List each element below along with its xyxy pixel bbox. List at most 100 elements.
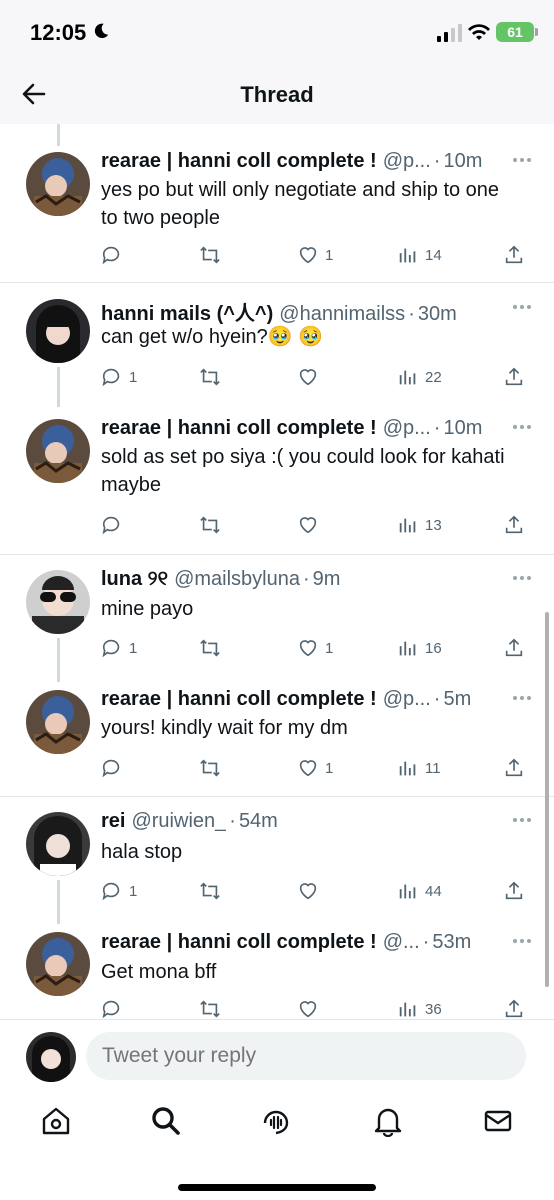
retweet-button[interactable] [199, 243, 221, 267]
retweet-button[interactable] [199, 879, 221, 903]
retweet-button[interactable] [199, 636, 221, 660]
reply-button[interactable]: 1 [101, 879, 137, 903]
tweet[interactable]: rearae | hanni coll complete ! @p... · 1… [0, 397, 554, 554]
tweet[interactable]: luna ୨୧ @mailsbyluna · 9m mine payo 1 1 … [0, 554, 554, 682]
handle: @ruiwien_ [131, 810, 227, 832]
reply-input[interactable] [86, 1032, 526, 1080]
avatar[interactable] [26, 419, 90, 483]
retweet-button[interactable] [199, 756, 221, 780]
share-icon [505, 515, 523, 534]
share-button[interactable] [503, 243, 525, 267]
like-button[interactable] [297, 879, 325, 903]
separator-dot: · [433, 688, 441, 710]
retweet-icon [200, 516, 220, 534]
like-button[interactable] [297, 997, 325, 1019]
more-options-icon[interactable] [512, 695, 532, 701]
tweet[interactable]: rei @ruiwien_ · 54m hala stop 1 44 [0, 796, 554, 924]
more-options-icon[interactable] [512, 424, 532, 430]
like-button[interactable]: 1 [297, 636, 333, 660]
avatar[interactable] [26, 690, 90, 754]
views-button[interactable]: 13 [397, 513, 442, 537]
share-button[interactable] [503, 879, 525, 903]
retweet-icon [200, 759, 220, 777]
reply-button[interactable] [101, 997, 129, 1019]
like-button[interactable] [297, 365, 325, 389]
status-bar: 12:05 61 [0, 0, 554, 66]
tweet-list: rearae | hanni coll complete ! @p... · 1… [0, 124, 554, 1019]
views-button[interactable]: 14 [397, 243, 442, 267]
share-button[interactable] [503, 997, 525, 1019]
avatar[interactable] [26, 932, 90, 996]
heart-icon [299, 369, 317, 386]
avatar[interactable] [26, 299, 90, 363]
more-options-icon[interactable] [512, 938, 532, 944]
display-name[interactable]: luna ୨୧ [101, 568, 168, 591]
like-button[interactable] [297, 513, 325, 537]
tweet-actions: 1 11 [101, 756, 531, 780]
wifi-icon [468, 24, 490, 40]
like-count: 1 [325, 759, 334, 777]
display-name[interactable]: rearae | hanni coll complete ! [101, 931, 377, 954]
more-options-icon[interactable] [512, 817, 532, 823]
home-icon[interactable] [40, 1105, 72, 1137]
avatar[interactable] [26, 152, 90, 216]
reply-button[interactable] [101, 756, 129, 780]
views-button[interactable]: 22 [397, 365, 442, 389]
views-button[interactable]: 36 [397, 997, 442, 1019]
tweet-header: hanni mails (^人^) @hannimailss · 30m [101, 297, 534, 326]
retweet-button[interactable] [199, 365, 221, 389]
messages-icon[interactable] [482, 1105, 514, 1137]
reply-button[interactable]: 1 [101, 365, 137, 389]
like-button[interactable]: 1 [297, 756, 333, 780]
retweet-button[interactable] [199, 513, 221, 537]
tweet[interactable]: hanni mails (^人^) @hannimailss · 30m can… [0, 282, 554, 407]
share-icon [505, 758, 523, 777]
tweet[interactable]: rearae | hanni coll complete ! @p... · 1… [0, 124, 554, 282]
reply-count: 1 [129, 368, 138, 386]
more-options-icon[interactable] [512, 157, 532, 163]
display-name[interactable]: rearae | hanni coll complete ! [101, 150, 377, 173]
display-name[interactable]: rei [101, 810, 125, 833]
like-count: 1 [325, 246, 334, 264]
display-name[interactable]: rearae | hanni coll complete ! [101, 688, 377, 711]
spaces-icon[interactable] [260, 1105, 292, 1137]
share-button[interactable] [503, 636, 525, 660]
share-icon [505, 881, 523, 900]
reply-icon [102, 1000, 120, 1019]
tweet[interactable]: rearae | hanni coll complete ! @... · 53… [0, 914, 554, 1019]
views-button[interactable]: 16 [397, 636, 442, 660]
reply-icon [102, 368, 120, 387]
retweet-button[interactable] [199, 997, 221, 1019]
share-button[interactable] [503, 513, 525, 537]
timestamp: 54m [238, 810, 278, 832]
reply-count: 1 [129, 882, 138, 900]
tweet-text: mine payo [101, 598, 194, 620]
share-button[interactable] [503, 365, 525, 389]
like-button[interactable]: 1 [297, 243, 333, 267]
display-name[interactable]: hanni mails (^人^) [101, 297, 273, 326]
retweet-icon [200, 1000, 220, 1018]
search-icon[interactable] [150, 1105, 182, 1137]
share-button[interactable] [503, 756, 525, 780]
share-icon [505, 245, 523, 264]
avatar[interactable] [26, 570, 90, 634]
separator-dot: · [229, 810, 236, 832]
tweet[interactable]: rearae | hanni coll complete ! @p... · 5… [0, 672, 554, 796]
views-button[interactable]: 44 [397, 879, 442, 903]
more-options-icon[interactable] [512, 304, 532, 310]
display-name[interactable]: rearae | hanni coll complete ! [101, 417, 377, 440]
retweet-icon [200, 368, 220, 386]
reply-button[interactable]: 1 [101, 636, 137, 660]
separator-dot: · [302, 568, 310, 590]
view-count: 13 [425, 516, 442, 534]
reply-button[interactable] [101, 243, 129, 267]
views-button[interactable]: 11 [397, 756, 441, 780]
my-avatar[interactable] [26, 1032, 76, 1082]
reply-button[interactable] [101, 513, 129, 537]
notifications-icon[interactable] [372, 1105, 404, 1137]
heart-icon [299, 247, 317, 264]
avatar[interactable] [26, 812, 90, 876]
heart-icon [299, 640, 317, 657]
scrollbar[interactable] [545, 612, 549, 987]
more-options-icon[interactable] [512, 575, 532, 581]
